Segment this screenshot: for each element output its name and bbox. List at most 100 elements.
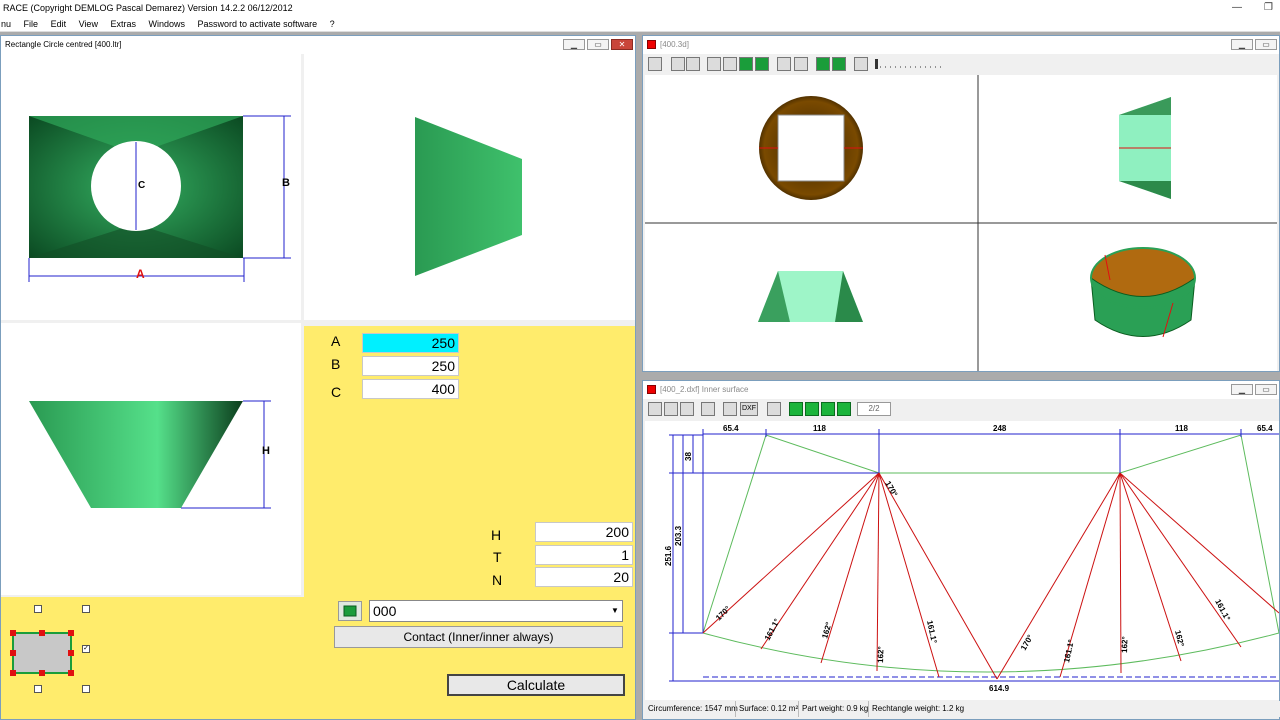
menu-item-edit[interactable]: Edit [51,16,67,32]
param-c-label: C [331,384,342,400]
light-icon[interactable] [794,57,808,71]
chevron-down-icon[interactable]: ▼ [610,603,620,619]
minimize-app-button[interactable]: — [1232,0,1242,16]
dim-left-2: 203.3 [674,525,683,546]
shape-selector-icon[interactable] [10,630,74,676]
param-a-label: A [331,333,341,349]
menu-item-help[interactable]: ? [330,16,335,32]
menu-item-menu[interactable]: nu [1,16,11,32]
dxf-maximize-button[interactable]: ▭ [1255,384,1277,395]
maximize-button[interactable]: ▭ [587,39,609,50]
dxf-window-title: [400_2.dxf] Inner surface [660,385,749,394]
contact-button[interactable]: Contact (Inner/inner always) [334,626,623,648]
solid-icon[interactable] [755,57,769,71]
menu-item-password[interactable]: Password to activate software [198,16,318,32]
prev-page-icon[interactable] [805,402,819,416]
status-surface: Surface: 0.12 m² [735,701,798,717]
param-b-input[interactable]: 250 [362,356,459,376]
dxf-minimize-button[interactable]: ▁ [1231,384,1253,395]
last-page-icon[interactable] [837,402,851,416]
calculate-button[interactable]: Calculate [447,674,625,696]
param-c-input[interactable]: 400 [362,379,459,399]
status-part-weight: Part weight: 0.9 kg [798,701,868,717]
dxf-window: [400_2.dxf] Inner surface ▁ ▭ DXF 2/2 65… [642,380,1280,720]
dim-top-5: 65.4 [1257,424,1273,433]
param-n-label: N [492,572,503,588]
param-t-input[interactable]: 1 [535,545,633,565]
menu-item-extras[interactable]: Extras [110,16,136,32]
param-h-input[interactable]: 200 [535,522,633,542]
top-view-drawing: C B A [28,115,291,282]
status-rect-weight: Rechtangle weight: 1.2 kg [868,701,964,717]
restore-app-button[interactable]: ❐ [1264,0,1273,16]
angle-label-8: 161.1° [1062,639,1076,664]
minimize-button[interactable]: ▁ [563,39,585,50]
option-checkbox-tl[interactable] [34,605,42,613]
wireframe-icon[interactable] [707,57,721,71]
param-a-input[interactable]: 250 [362,333,459,353]
angle-label-2: 170° [714,604,732,622]
3d-minimize-button[interactable]: ▁ [1231,39,1253,50]
dxf-export-button[interactable]: DXF [740,402,758,416]
side-view-drawing [415,117,522,276]
frustum-side [415,117,522,276]
rotate-icon[interactable] [816,57,830,71]
angle-label-3: 161.1° [763,617,782,642]
front-view-drawing: H [29,400,271,509]
zoom-slider[interactable] [873,58,947,70]
angle-label-10: 162° [1173,629,1186,647]
hidden-line-icon[interactable] [723,57,737,71]
material-select-value: 000 [373,603,397,619]
parameters-window: Rectangle Circle centred [400.ltr] ▁ ▭ ✕ [0,35,636,720]
option-checkbox-mid[interactable]: ✓ [82,645,90,653]
3d-maximize-button[interactable]: ▭ [1255,39,1277,50]
front-view-pane: H [1,323,301,595]
dxf-window-app-icon [647,385,656,395]
menu-item-file[interactable]: File [24,16,39,32]
material-select[interactable]: 000 ▼ [369,600,623,622]
zoom-icon[interactable] [832,57,846,71]
label-b: B [282,177,290,189]
close-button[interactable]: ✕ [611,39,633,50]
label-a: A [136,267,145,281]
parameters-window-title: Rectangle Circle centred [400.ltr] [5,40,122,49]
label-h: H [262,445,270,457]
param-h-label: H [491,527,502,543]
print-icon[interactable] [701,402,715,416]
menu-bar: nu File Edit View Extras Windows Passwor… [0,16,1280,32]
next-page-icon[interactable] [821,402,835,416]
frustum-front [29,401,243,508]
plot-icon[interactable] [767,402,781,416]
open-folder-icon[interactable] [664,402,678,416]
view-single-icon[interactable] [671,57,685,71]
save-icon[interactable] [680,402,694,416]
param-n-input[interactable]: 20 [535,567,633,587]
angle-label-7: 170° [1019,633,1035,652]
window-app-icon [647,40,656,50]
menu-item-view[interactable]: View [79,16,98,32]
colors-icon[interactable] [777,57,791,71]
label-c: C [138,180,145,191]
dim-left-1: 38 [684,452,693,461]
dxf-window-title-bar: [400_2.dxf] Inner surface ▁ ▭ [643,381,1279,399]
page-indicator: 2/2 [857,402,891,416]
dim-bottom: 614.9 [989,684,1010,693]
copy-icon[interactable] [648,57,662,71]
camera-icon[interactable] [854,57,868,71]
new-file-icon[interactable] [648,402,662,416]
parameters-window-title-bar: Rectangle Circle centred [400.ltr] ▁ ▭ ✕ [1,36,635,54]
first-page-icon[interactable] [789,402,803,416]
export-icon[interactable] [723,402,737,416]
shaded-icon[interactable] [739,57,753,71]
angle-label-11: 161.1° [1213,598,1232,623]
angle-label-4: 162° [820,621,833,639]
option-checkbox-bl[interactable] [34,685,42,693]
dxf-toolbar: DXF 2/2 [643,399,1279,419]
option-checkbox-br[interactable] [82,685,90,693]
option-checkbox-tr[interactable] [82,605,90,613]
side-view-pane [304,54,635,320]
menu-item-windows[interactable]: Windows [149,16,186,32]
material-icon-button[interactable] [338,601,362,621]
angle-label-6: 162° [876,646,886,663]
view-quad-icon[interactable] [686,57,700,71]
